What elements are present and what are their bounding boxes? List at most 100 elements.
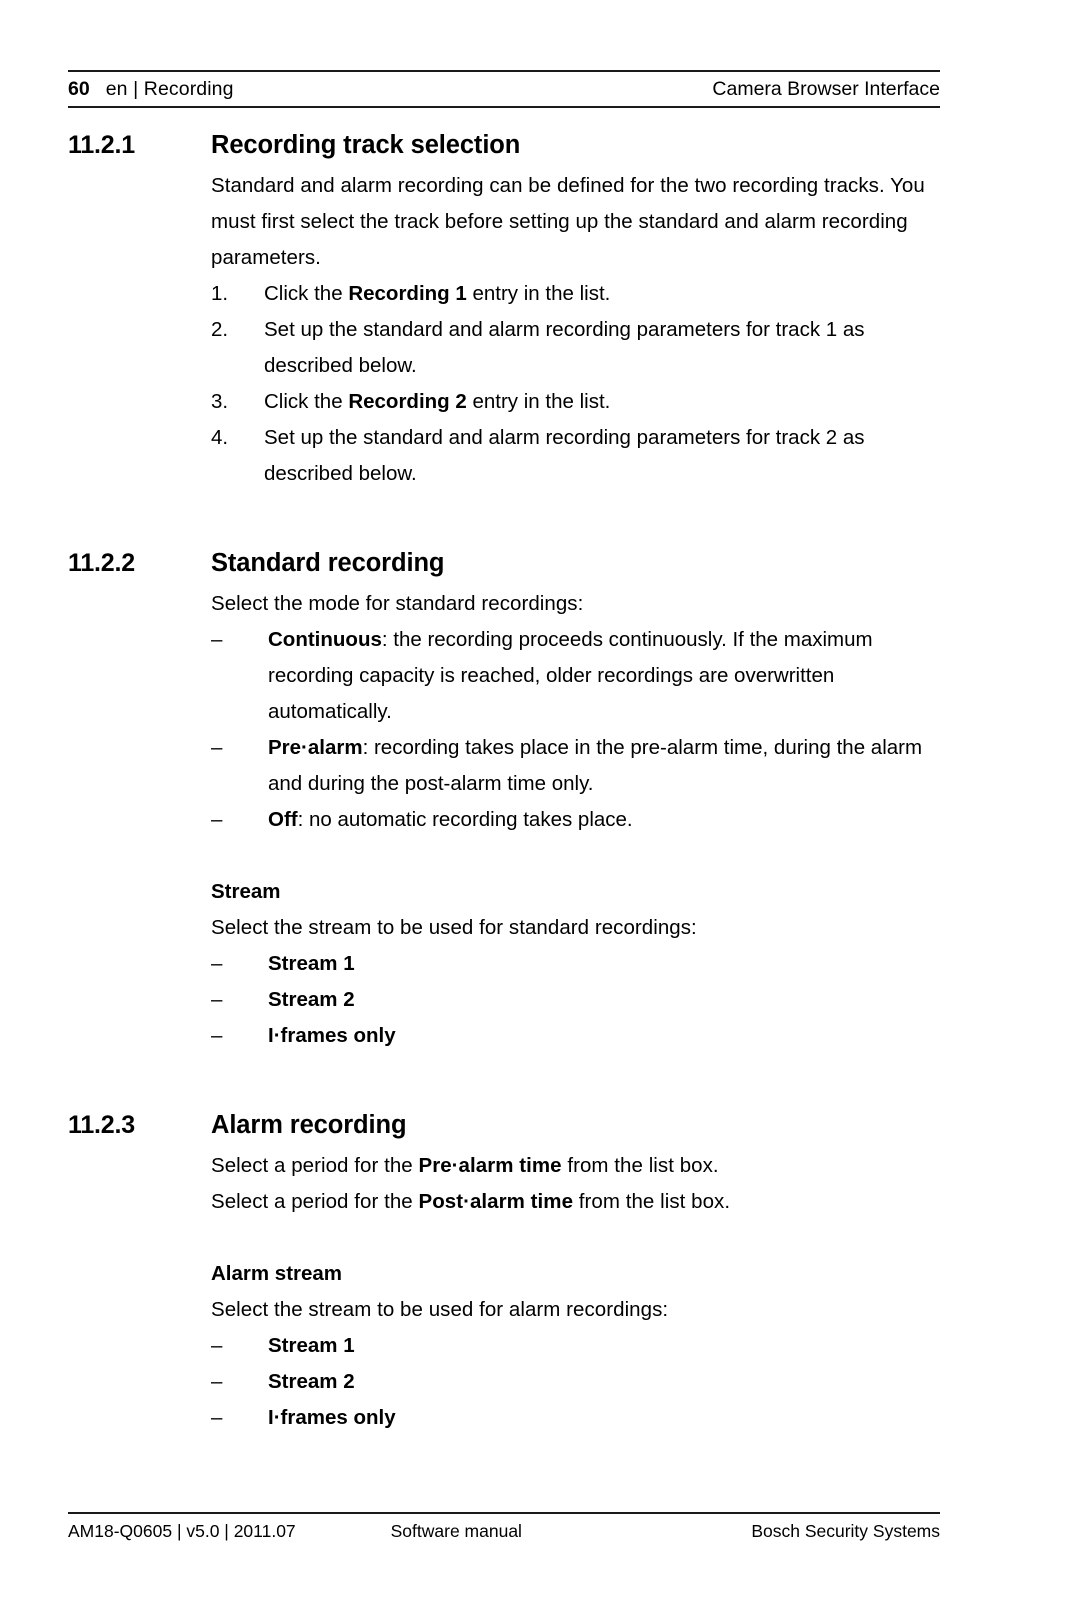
page-number: 60 — [68, 78, 90, 100]
step-text-pre: Click the — [264, 390, 349, 413]
list-item: – I·frames only — [211, 1400, 944, 1436]
step-text-pre: Set up the standard and alarm recording … — [264, 426, 865, 485]
step-text: Set up the standard and alarm recording … — [264, 312, 944, 384]
section-body: Standard recording Select the mode for s… — [211, 546, 944, 1054]
mode-text: Continuous: the recording proceeds conti… — [268, 622, 944, 730]
list-item: – Stream 1 — [211, 946, 944, 982]
dash-marker: – — [211, 1334, 223, 1357]
list-item: – Off: no automatic recording takes plac… — [211, 802, 944, 838]
alarm-stream-intro-paragraph: Select the stream to be used for alarm r… — [211, 1298, 669, 1321]
dash-marker: – — [211, 808, 223, 831]
alarm-stream-options: – Stream 1 – Stream 2 – I·frames only — [211, 1328, 944, 1436]
header-document-title: Camera Browser Interface — [712, 78, 940, 100]
prealarm-post: from the list box. — [561, 1154, 719, 1177]
list-item: 4. Set up the standard and alarm recordi… — [211, 420, 944, 492]
prealarm-time-label: Pre·alarm time — [418, 1154, 562, 1177]
dash-marker: – — [211, 736, 223, 759]
footer-company: Bosch Security Systems — [751, 1521, 940, 1541]
list-item: – Stream 2 — [211, 1364, 944, 1400]
list-item: – Pre·alarm: recording takes place in th… — [211, 730, 944, 802]
postalarm-pre: Select a period for the — [211, 1190, 419, 1213]
alarm-stream-subheading: Alarm stream — [211, 1262, 343, 1285]
list-item: 3. Click the Recording 2 entry in the li… — [211, 384, 944, 420]
step-text: Click the Recording 1 entry in the list. — [264, 276, 944, 312]
footer-document-type: Software manual — [390, 1521, 522, 1541]
header-left-group: 60 en | Recording — [68, 78, 234, 101]
list-item: 1. Click the Recording 1 entry in the li… — [211, 276, 944, 312]
section-title: Alarm recording — [211, 1111, 407, 1139]
dash-marker: – — [211, 1370, 223, 1393]
standard-recording-modes: – Continuous: the recording proceeds con… — [211, 622, 944, 838]
page-footer: AM18-Q0605 | v5.0 | 2011.07 Software man… — [68, 1512, 940, 1542]
dash-marker: – — [211, 952, 223, 975]
footer-row: AM18-Q0605 | v5.0 | 2011.07 Software man… — [68, 1514, 940, 1542]
list-item: – Stream 1 — [211, 1328, 944, 1364]
section-number: 11.2.3 — [68, 1111, 135, 1139]
stream-option-label: Stream 2 — [268, 988, 355, 1011]
dash-marker: – — [211, 1406, 223, 1429]
step-marker: 4. — [211, 426, 229, 449]
page-header: 60 en | Recording Camera Browser Interfa… — [68, 70, 940, 109]
step-text: Set up the standard and alarm recording … — [264, 420, 944, 492]
step-marker: 3. — [211, 390, 229, 413]
section-11-2-1: 11.2.1 Recording track selection Standar… — [68, 128, 944, 492]
dash-marker: – — [211, 628, 223, 651]
mode-name: Off — [268, 808, 298, 831]
recording-track-steps: 1. Click the Recording 1 entry in the li… — [211, 276, 944, 492]
postalarm-time-label: Post·alarm time — [418, 1190, 574, 1213]
header-bottom-rule — [68, 106, 940, 109]
manual-page: 60 en | Recording Camera Browser Interfa… — [0, 0, 1080, 1618]
header-row: 60 en | Recording Camera Browser Interfa… — [68, 72, 940, 106]
section-intro-paragraph: Select the mode for standard recordings: — [211, 592, 584, 615]
stream-option-label: Stream 2 — [268, 1370, 355, 1393]
section-11-2-2: 11.2.2 Standard recording Select the mod… — [68, 546, 944, 1054]
header-breadcrumb: en | Recording — [105, 78, 234, 100]
dash-marker: – — [211, 1024, 223, 1047]
mode-description: : no automatic recording takes place. — [297, 808, 633, 831]
step-text-post: entry in the list. — [466, 282, 611, 305]
list-item: – Continuous: the recording proceeds con… — [211, 622, 944, 730]
section-title: Standard recording — [211, 549, 445, 577]
step-text-bold: Recording 1 — [348, 282, 467, 305]
standard-stream-options: – Stream 1 – Stream 2 – I·frames only — [211, 946, 944, 1054]
postalarm-post: from the list box. — [573, 1190, 731, 1213]
list-item: – I·frames only — [211, 1018, 944, 1054]
section-body: Alarm recording Select a period for the … — [211, 1108, 944, 1436]
stream-option-label: I·frames only — [268, 1406, 396, 1429]
stream-subheading: Stream — [211, 880, 281, 903]
list-item: 2. Set up the standard and alarm recordi… — [211, 312, 944, 384]
mode-text: Pre·alarm: recording takes place in the … — [268, 730, 944, 802]
section-number: 11.2.1 — [68, 131, 135, 159]
section-number: 11.2.2 — [68, 549, 135, 577]
prealarm-time-paragraph: Select a period for the Pre·alarm time f… — [211, 1148, 944, 1184]
stream-option-label: Stream 1 — [268, 952, 355, 975]
section-11-2-3: 11.2.3 Alarm recording Select a period f… — [68, 1108, 944, 1436]
step-marker: 1. — [211, 282, 229, 305]
mode-description: : recording takes place in the pre-alarm… — [268, 736, 923, 795]
stream-option-label: Stream 1 — [268, 1334, 355, 1357]
step-text-pre: Click the — [264, 282, 349, 305]
mode-name: Continuous — [268, 628, 382, 651]
step-text: Click the Recording 2 entry in the list. — [264, 384, 944, 420]
stream-intro-paragraph: Select the stream to be used for standar… — [211, 916, 697, 939]
mode-name: Pre·alarm — [268, 736, 363, 759]
section-intro-paragraph: Standard and alarm recording can be defi… — [211, 174, 925, 269]
stream-option-label: I·frames only — [268, 1024, 396, 1047]
list-item: – Stream 2 — [211, 982, 944, 1018]
step-text-bold: Recording 2 — [348, 390, 467, 413]
step-text-pre: Set up the standard and alarm recording … — [264, 318, 865, 377]
step-marker: 2. — [211, 318, 229, 341]
prealarm-pre: Select a period for the — [211, 1154, 419, 1177]
mode-text: Off: no automatic recording takes place. — [268, 802, 944, 838]
dash-marker: – — [211, 988, 223, 1011]
section-title: Recording track selection — [211, 131, 521, 159]
subsection-spacer — [211, 1220, 944, 1256]
postalarm-time-paragraph: Select a period for the Post·alarm time … — [211, 1184, 944, 1220]
footer-document-id: AM18-Q0605 | v5.0 | 2011.07 — [68, 1521, 296, 1541]
subsection-spacer — [211, 838, 944, 874]
step-text-post: entry in the list. — [466, 390, 611, 413]
section-body: Recording track selection Standard and a… — [211, 128, 944, 492]
page-content: 11.2.1 Recording track selection Standar… — [68, 128, 944, 1436]
